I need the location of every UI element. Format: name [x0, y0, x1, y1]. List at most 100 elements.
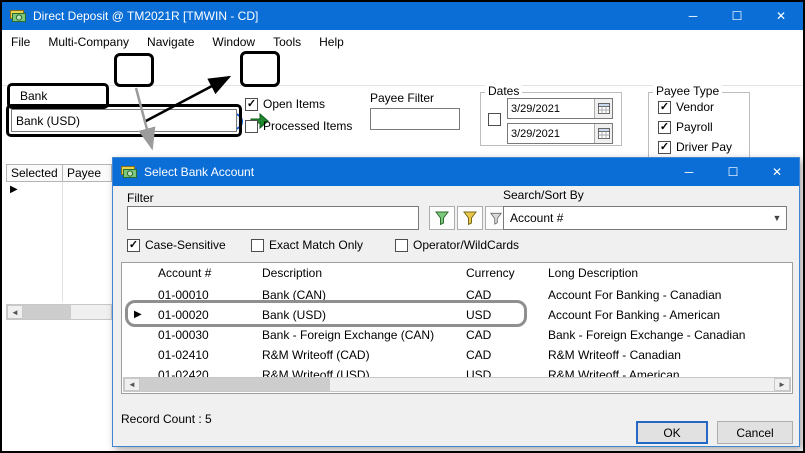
cell-account[interactable]: 01-02410: [158, 345, 209, 365]
table-row[interactable]: 01-00030 Bank - Foreign Exchange (CAN) C…: [122, 325, 792, 345]
cell-currency[interactable]: CAD: [466, 345, 491, 365]
cell-description[interactable]: Bank - Foreign Exchange (CAN): [262, 325, 434, 345]
main-grid-hscrollbar[interactable]: ◄: [6, 304, 112, 320]
menu-file[interactable]: File: [2, 30, 39, 54]
cell-currency[interactable]: USD: [466, 305, 491, 325]
ok-button[interactable]: OK: [636, 421, 708, 444]
cell-description[interactable]: Bank (USD): [262, 305, 326, 325]
table-row[interactable]: 01-00010 Bank (CAN) CAD Account For Bank…: [122, 285, 792, 305]
processed-items-label: Processed Items: [263, 119, 352, 133]
funnel-green-icon: [435, 211, 449, 225]
menu-navigate[interactable]: Navigate: [138, 30, 203, 54]
payee-filter-label: Payee Filter: [370, 91, 434, 105]
cell-currency[interactable]: CAD: [466, 285, 491, 305]
date-to-value[interactable]: 3/29/2021: [508, 124, 594, 143]
bank-label: Bank: [10, 86, 106, 106]
cancel-button[interactable]: Cancel: [717, 421, 793, 444]
scroll-left-icon[interactable]: ◄: [124, 378, 140, 391]
close-button[interactable]: ✕: [759, 2, 803, 30]
case-sensitive-checkbox-row[interactable]: ✓ Case-Sensitive: [127, 238, 226, 252]
cell-account[interactable]: 01-00020: [158, 305, 209, 325]
case-sensitive-checkbox[interactable]: ✓: [127, 239, 140, 252]
main-titlebar[interactable]: Direct Deposit @ TM2021R [TMWIN - CD] ─ …: [2, 2, 803, 30]
col-header-long-description[interactable]: Long Description: [548, 263, 638, 283]
driver-pay-checkbox[interactable]: ✓: [658, 141, 671, 154]
vendor-label: Vendor: [676, 100, 714, 114]
menu-window[interactable]: Window: [203, 30, 264, 54]
date-to-field[interactable]: 3/29/2021: [507, 123, 613, 144]
payroll-label: Payroll: [676, 120, 713, 134]
clear-filter-button[interactable]: [457, 206, 483, 230]
date-from-value[interactable]: 3/29/2021: [508, 99, 594, 118]
col-header-currency[interactable]: Currency: [466, 263, 515, 283]
driver-pay-label: Driver Pay: [676, 140, 732, 154]
cell-long-description[interactable]: R&M Writeoff - Canadian: [548, 345, 681, 365]
menu-multi-company[interactable]: Multi-Company: [39, 30, 138, 54]
operator-wildcards-checkbox-row[interactable]: Operator/WildCards: [395, 238, 519, 252]
cell-description[interactable]: Bank (CAN): [262, 285, 326, 305]
grid-header-selected[interactable]: Selected: [7, 165, 63, 181]
dates-legend: Dates: [485, 84, 522, 98]
search-sort-dropdown[interactable]: Account # ▼: [503, 206, 787, 230]
scroll-thumb[interactable]: [23, 305, 71, 319]
grid-column-separator: [62, 182, 63, 302]
dialog-titlebar[interactable]: Select Bank Account ─ ☐ ✕: [113, 158, 799, 186]
col-header-description[interactable]: Description: [262, 263, 322, 283]
cell-account[interactable]: 01-00030: [158, 325, 209, 345]
driver-pay-checkbox-row[interactable]: ✓ Driver Pay: [658, 140, 732, 154]
minimize-button[interactable]: ─: [671, 2, 715, 30]
vendor-checkbox-row[interactable]: ✓ Vendor: [658, 100, 714, 114]
payroll-checkbox[interactable]: ✓: [658, 121, 671, 134]
exact-match-checkbox[interactable]: [251, 239, 264, 252]
bank-input[interactable]: Bank (USD): [11, 109, 237, 132]
date-to-calendar-button[interactable]: [594, 124, 612, 143]
cell-description[interactable]: R&M Writeoff (CAD): [262, 345, 370, 365]
maximize-button[interactable]: ☐: [715, 2, 759, 30]
dialog-minimize-button[interactable]: ─: [667, 158, 711, 186]
menu-tools[interactable]: Tools: [264, 30, 310, 54]
open-items-checkbox[interactable]: ✓: [245, 98, 258, 111]
cell-currency[interactable]: CAD: [466, 325, 491, 345]
dialog-close-button[interactable]: ✕: [755, 158, 799, 186]
scroll-right-icon[interactable]: ►: [774, 378, 790, 391]
dialog-maximize-button[interactable]: ☐: [711, 158, 755, 186]
date-from-field[interactable]: 3/29/2021: [507, 98, 613, 119]
main-window-title: Direct Deposit @ TM2021R [TMWIN - CD]: [33, 9, 258, 23]
bank-account-table: Account # Description Currency Long Desc…: [121, 262, 793, 394]
grid-row-marker-icon: ▶: [10, 184, 18, 195]
filter-input[interactable]: [127, 206, 419, 230]
table-hscrollbar[interactable]: ◄ ►: [123, 377, 791, 392]
operator-wildcards-checkbox[interactable]: [395, 239, 408, 252]
date-from-calendar-button[interactable]: [594, 99, 612, 118]
cash-app-icon: [10, 9, 26, 23]
exact-match-checkbox-row[interactable]: Exact Match Only: [251, 238, 363, 252]
col-header-account[interactable]: Account #: [158, 263, 211, 283]
vendor-checkbox[interactable]: ✓: [658, 101, 671, 114]
payroll-checkbox-row[interactable]: ✓ Payroll: [658, 120, 713, 134]
bank-input-highlight: Bank (USD): [6, 104, 242, 137]
table-row[interactable]: 01-02410 R&M Writeoff (CAD) CAD R&M Writ…: [122, 345, 792, 365]
processed-items-checkbox[interactable]: [245, 120, 258, 133]
calendar-icon: [598, 103, 610, 114]
cell-account[interactable]: 01-00010: [158, 285, 209, 305]
apply-filter-button[interactable]: [429, 206, 455, 230]
open-items-checkbox-row[interactable]: ✓ Open Items: [245, 97, 325, 111]
cell-long-description[interactable]: Bank - Foreign Exchange - Canadian: [548, 325, 745, 345]
payee-filter-input[interactable]: [370, 108, 460, 130]
filter-label: Filter: [127, 191, 154, 205]
menubar: File Multi-Company Navigate Window Tools…: [2, 30, 803, 54]
select-bank-account-dialog: Select Bank Account ─ ☐ ✕ Filter Search/…: [112, 157, 800, 447]
menu-help[interactable]: Help: [310, 30, 353, 54]
grid-header-payee[interactable]: Payee: [63, 165, 105, 181]
scroll-left-icon[interactable]: ◄: [7, 305, 23, 319]
cell-long-description[interactable]: Account For Banking - Canadian: [548, 285, 721, 305]
funnel-small-icon: [490, 212, 502, 225]
processed-items-checkbox-row[interactable]: Processed Items: [245, 119, 352, 133]
dates-checkbox[interactable]: [488, 113, 501, 126]
table-row-selected[interactable]: ▶ 01-00020 Bank (USD) USD Account For Ba…: [122, 305, 792, 325]
row-marker-icon: ▶: [134, 305, 142, 325]
cell-long-description[interactable]: Account For Banking - American: [548, 305, 720, 325]
record-count: Record Count : 5: [121, 412, 212, 426]
case-sensitive-label: Case-Sensitive: [145, 238, 226, 252]
scroll-thumb[interactable]: [140, 378, 330, 391]
